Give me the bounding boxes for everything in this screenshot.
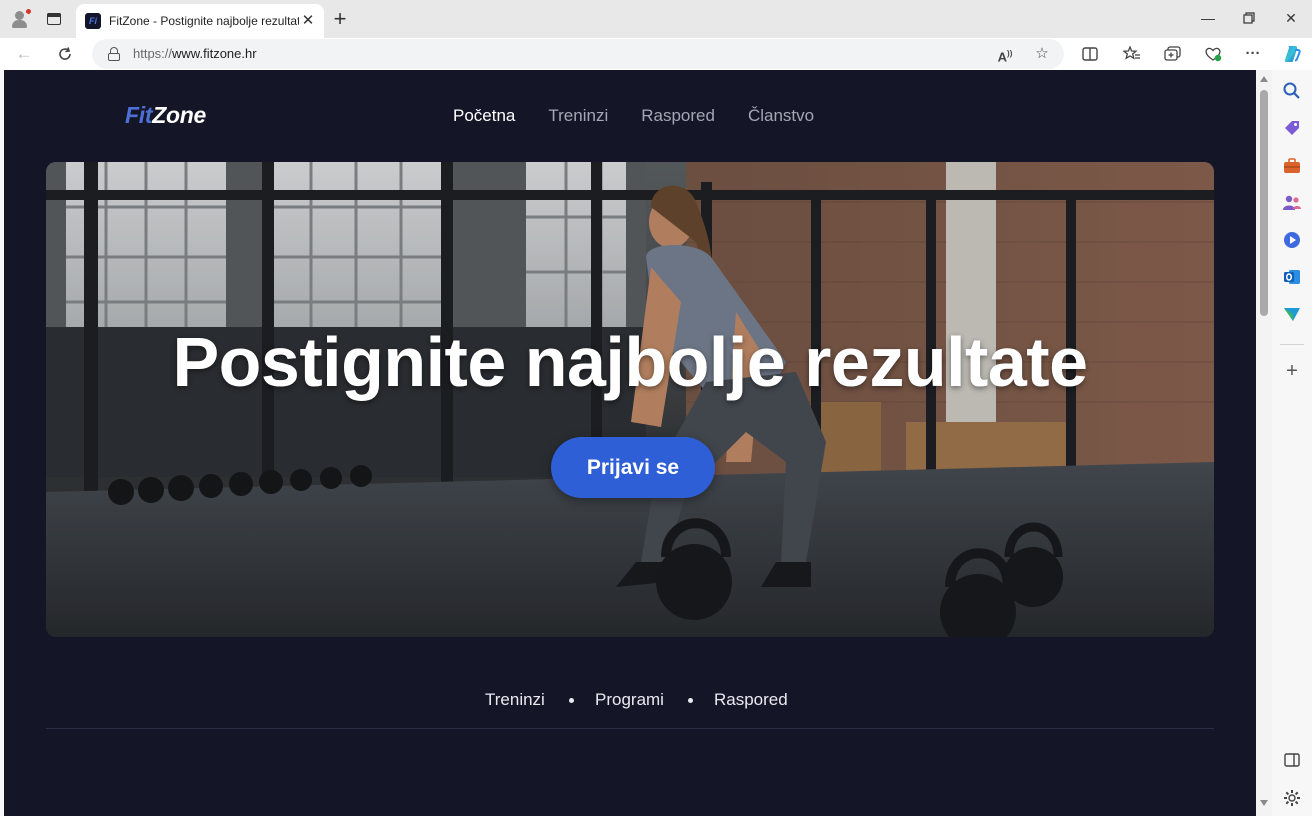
browser-tab-bar: Fi FitZone - Postignite najbolje rezulta… [0,0,1312,38]
minimize-icon[interactable]: — [1196,8,1220,28]
site-logo[interactable]: FitZone [125,102,206,129]
sidebar-toggle-icon[interactable] [1282,750,1302,770]
subnav-link-programi[interactable]: Programi [595,690,664,710]
section-divider [46,728,1214,729]
url-text[interactable]: https://www.fitzone.hr [133,46,257,61]
more-icon[interactable]: ··· [1241,42,1265,66]
hero-title: Postignite najbolje rezultate [172,323,1088,401]
signup-button[interactable]: Prijavi se [551,437,715,498]
split-screen-icon[interactable] [1078,42,1102,66]
profile-icon[interactable] [10,8,32,29]
nav-link-raspored[interactable]: Raspored [641,106,715,126]
scrollbar-thumb[interactable] [1260,90,1268,316]
add-icon[interactable]: + [1282,361,1302,381]
browser-essentials-icon[interactable] [1201,42,1225,66]
collections-icon[interactable] [1161,42,1185,66]
tools-briefcase-icon[interactable] [1282,156,1302,176]
search-icon[interactable] [1282,81,1302,101]
copilot-icon[interactable] [1280,42,1304,66]
read-aloud-icon[interactable]: A)) [995,44,1015,64]
close-icon[interactable]: ✕ [300,13,316,29]
edge-sidebar: + [1272,70,1312,816]
secondary-navigation: Treninzi Programi Raspored [4,690,1256,712]
settings-icon[interactable] [1282,788,1302,808]
sidebar-divider [1280,344,1304,345]
back-icon[interactable]: ← [12,42,36,66]
games-icon[interactable] [1282,230,1302,250]
people-icon[interactable] [1282,193,1302,213]
subnav-link-raspored[interactable]: Raspored [714,690,788,710]
browser-toolbar: ← https://www.fitzone.hr A)) ☆ ··· [0,38,1312,70]
subnav-link-treninzi[interactable]: Treninzi [485,690,545,710]
nav-link-pocetna[interactable]: Početna [453,106,515,126]
nav-link-clanstvo[interactable]: Članstvo [748,106,814,126]
scroll-up-icon[interactable] [1260,76,1268,82]
separator-dot [688,698,693,703]
favorite-star-icon[interactable]: ☆ [1032,44,1052,64]
tab-actions-icon[interactable] [44,9,64,29]
maximize-icon[interactable] [1237,8,1261,28]
lock-icon[interactable] [108,47,120,61]
browser-tab-active[interactable]: Fi FitZone - Postignite najbolje rezulta… [76,4,324,38]
scroll-down-icon[interactable] [1260,800,1268,806]
separator-dot [569,698,574,703]
send-icon[interactable] [1282,304,1302,324]
hero-banner: Postignite najbolje rezultate Prijavi se [46,162,1214,637]
address-bar[interactable]: https://www.fitzone.hr A)) ☆ [92,39,1064,69]
nav-link-treninzi[interactable]: Treninzi [548,106,608,126]
site-navigation: Početna Treninzi Raspored Članstvo [453,106,814,126]
favorites-icon[interactable] [1120,42,1144,66]
page-viewport: FitZone Početna Treninzi Raspored Članst… [4,70,1256,816]
refresh-icon[interactable] [53,42,77,66]
shopping-tag-icon[interactable] [1282,118,1302,138]
tab-title: FitZone - Postignite najbolje rezultate [109,14,299,28]
page-scrollbar[interactable] [1256,70,1272,816]
new-tab-icon[interactable]: + [330,8,350,30]
outlook-icon[interactable] [1282,267,1302,287]
close-window-icon[interactable]: ✕ [1279,8,1303,28]
site-favicon-icon: Fi [85,13,101,29]
